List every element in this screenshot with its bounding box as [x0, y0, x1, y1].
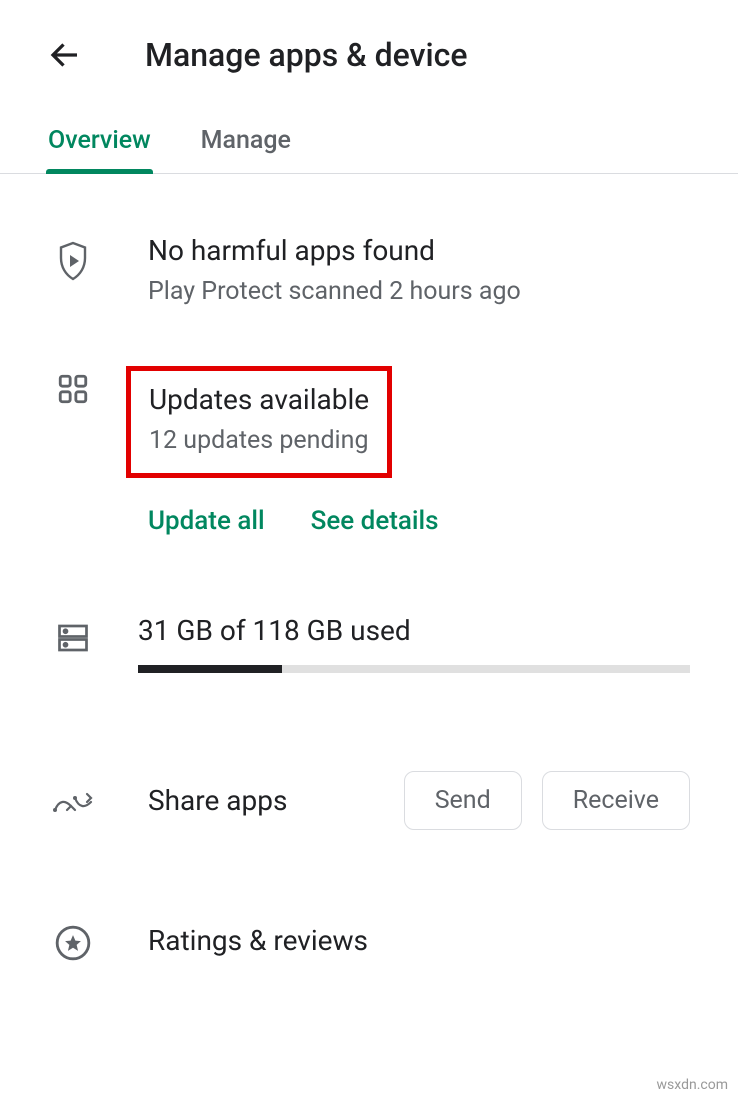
section-storage[interactable]: 31 GB of 118 GB used	[0, 564, 738, 701]
apps-grid-icon	[56, 372, 90, 406]
updates-title: Updates available	[149, 383, 369, 416]
storage-icon	[55, 620, 91, 656]
storage-text: 31 GB of 118 GB used	[138, 614, 690, 647]
section-updates: Updates available 12 updates pending Upd…	[0, 334, 738, 564]
see-details-button[interactable]: See details	[311, 506, 439, 536]
page-title: Manage apps & device	[145, 36, 467, 74]
update-all-button[interactable]: Update all	[148, 506, 265, 536]
protect-subtitle: Play Protect scanned 2 hours ago	[148, 277, 690, 306]
section-share: Share apps Send Receive	[0, 701, 738, 858]
section-play-protect[interactable]: No harmful apps found Play Protect scann…	[0, 174, 738, 334]
send-button[interactable]: Send	[404, 771, 522, 830]
storage-progress	[138, 665, 690, 673]
protect-title: No harmful apps found	[148, 234, 690, 267]
updates-highlight: Updates available 12 updates pending	[126, 366, 392, 478]
section-ratings[interactable]: Ratings & reviews	[0, 858, 738, 990]
tabs: Overview Manage	[0, 110, 738, 174]
updates-subtitle: 12 updates pending	[149, 426, 369, 455]
back-button[interactable]	[40, 30, 90, 80]
share-icon	[53, 790, 93, 818]
ratings-title: Ratings & reviews	[148, 924, 368, 957]
tab-overview[interactable]: Overview	[48, 110, 151, 173]
receive-button[interactable]: Receive	[542, 771, 690, 830]
share-title: Share apps	[148, 784, 287, 817]
tab-manage[interactable]: Manage	[201, 110, 291, 173]
storage-progress-fill	[138, 665, 282, 673]
arrow-left-icon	[47, 37, 83, 73]
watermark: wsxdn.com	[657, 1077, 728, 1093]
shield-play-icon	[54, 240, 92, 282]
star-circle-icon	[54, 924, 92, 962]
